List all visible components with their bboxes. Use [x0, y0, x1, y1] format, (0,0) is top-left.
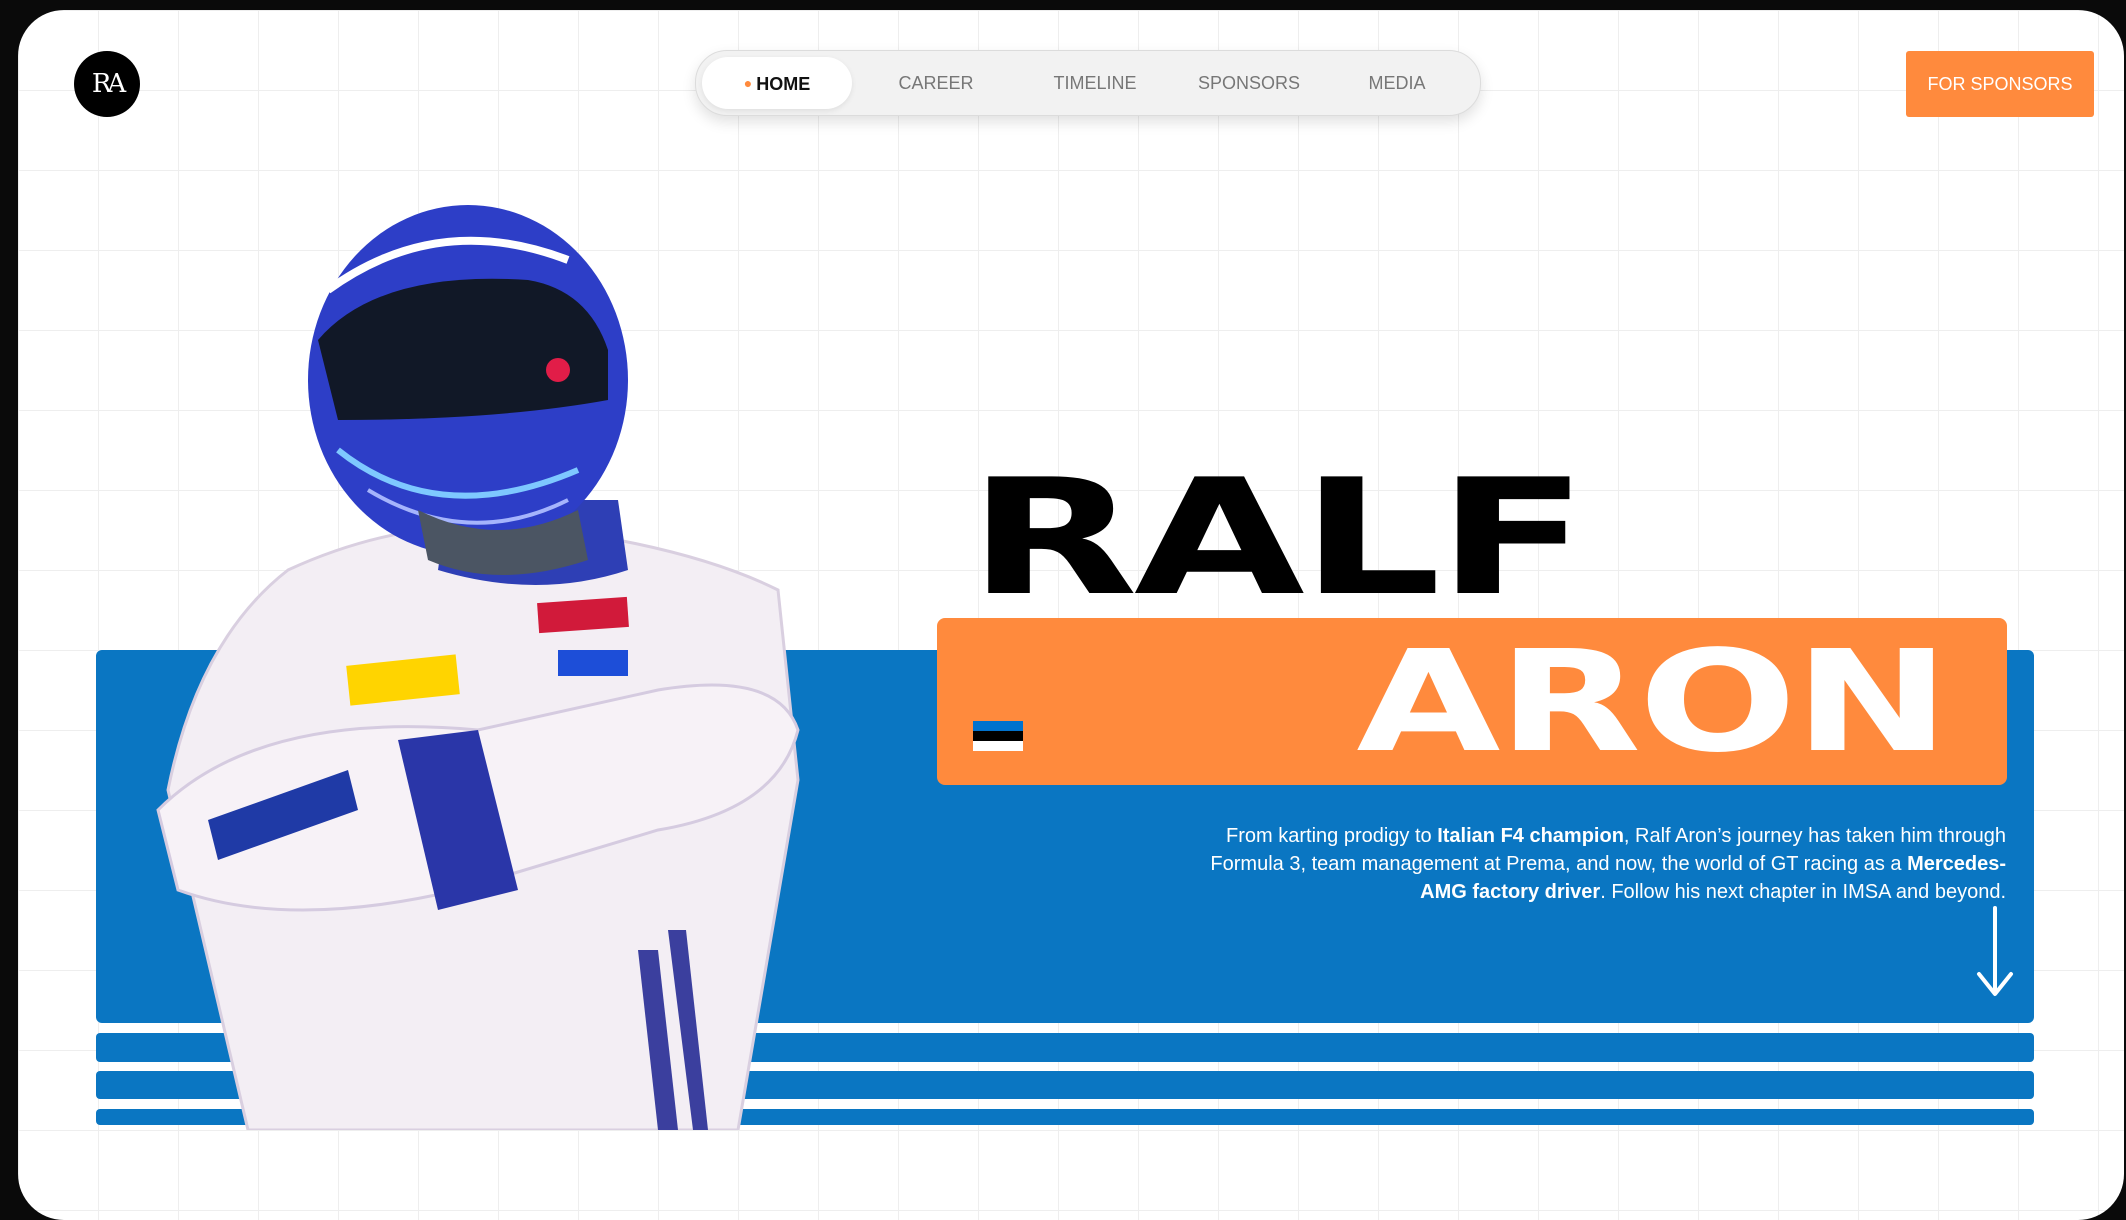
arrow-down-icon[interactable] [1975, 906, 2015, 1003]
hero-first-name: RALF [968, 444, 1588, 631]
bio-text: . Follow his next chapter in IMSA and be… [1600, 881, 2006, 903]
bio-highlight: Italian F4 champion [1437, 825, 1624, 847]
nav-item-sponsors[interactable]: SPONSORS [1184, 57, 1314, 109]
brand-logo[interactable]: RA [74, 51, 140, 117]
estonia-flag-icon [973, 721, 1023, 751]
page-frame: RA ● HOME CAREER TIMELINE SPONSORS MEDIA … [18, 10, 2124, 1220]
active-dot-icon: ● [743, 75, 753, 91]
hero-last-name: ARON [1356, 621, 1950, 784]
main-nav: ● HOME CAREER TIMELINE SPONSORS MEDIA [695, 50, 1481, 116]
hero-last-name-bar: ARON [937, 618, 2007, 785]
nav-item-media[interactable]: MEDIA [1342, 57, 1452, 109]
logo-text: RA [91, 69, 126, 99]
nav-item-career[interactable]: CAREER [876, 57, 996, 109]
nav-item-home[interactable]: ● HOME [702, 57, 852, 109]
bio-text: From karting prodigy to [1226, 825, 1438, 847]
nav-item-timeline[interactable]: TIMELINE [1030, 57, 1160, 109]
hero-bio: From karting prodigy to Italian F4 champ… [1178, 822, 2006, 906]
for-sponsors-button[interactable]: FOR SPONSORS [1906, 51, 2094, 117]
driver-photo [138, 170, 898, 1135]
nav-label: HOME [756, 74, 811, 94]
